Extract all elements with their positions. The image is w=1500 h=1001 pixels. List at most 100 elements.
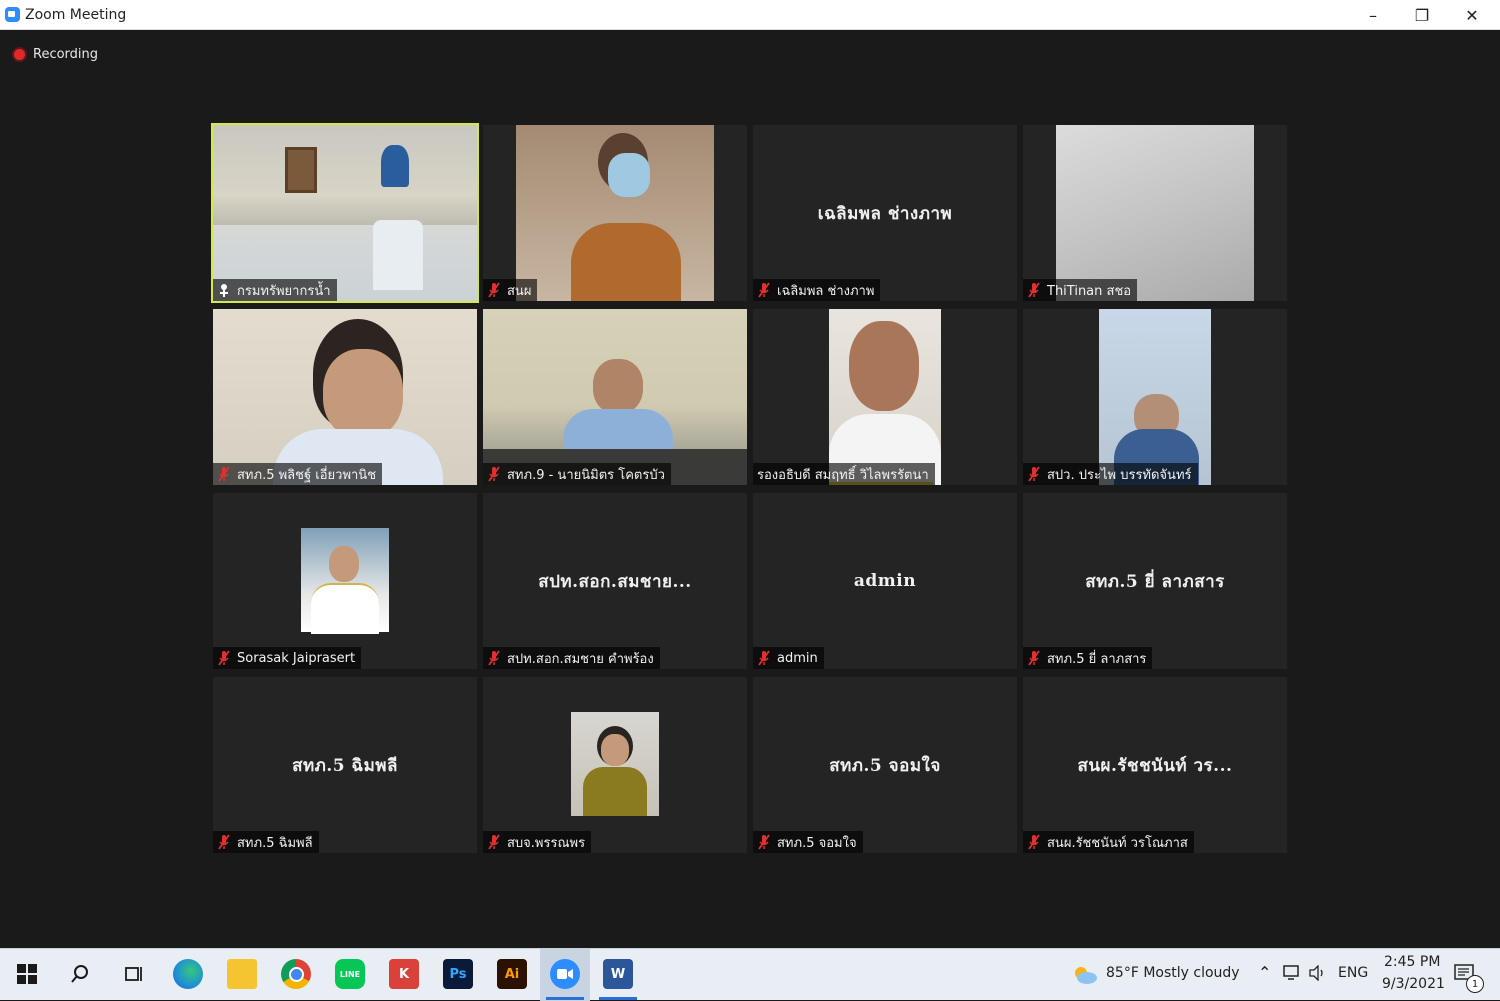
close-button[interactable]: ✕ xyxy=(1449,0,1495,30)
participant-display-name: สทภ.5 ยี่ ลาภสาร xyxy=(1085,571,1225,592)
participant-name: สทภ.5 ฉิมพลี xyxy=(237,835,313,851)
clock-time[interactable]: 2:45 PM xyxy=(1384,954,1440,970)
task-view-icon[interactable] xyxy=(118,959,148,989)
participant-name-tag: admin xyxy=(753,647,824,669)
profile-picture xyxy=(571,712,659,816)
title-bar: Zoom Meeting – ❐ ✕ xyxy=(0,0,1500,30)
illustrator-icon[interactable]: Ai xyxy=(497,959,527,989)
video-tile[interactable]: สนผ xyxy=(483,125,747,301)
video-tile[interactable]: admin admin xyxy=(753,493,1017,669)
search-icon[interactable] xyxy=(65,959,95,989)
participant-name: สทภ.5 ยี่ ลาภสาร xyxy=(1047,651,1147,667)
chrome-browser-icon[interactable] xyxy=(281,959,311,989)
participant-name: สนผ xyxy=(507,283,532,299)
participant-name-tag: สนผ.รัชชนันท์ วรโณภาส xyxy=(1023,831,1194,853)
participant-name: สทภ.5 จอมใจ xyxy=(777,835,857,851)
weather-text[interactable]: 85°F Mostly cloudy xyxy=(1106,965,1240,981)
participant-name-tag: สบจ.พรรณพร xyxy=(483,831,592,853)
participant-name: สนผ.รัชชนันท์ วรโณภาส xyxy=(1047,835,1188,851)
muted-mic-icon xyxy=(1028,834,1040,850)
muted-mic-icon xyxy=(488,282,500,298)
minimize-button[interactable]: – xyxy=(1350,0,1396,30)
participant-name-tag: สทภ.5 ยี่ ลาภสาร xyxy=(1023,647,1153,669)
weather-cloudy-icon[interactable] xyxy=(1070,960,1100,990)
participant-display-name: สนผ.รัชชนันท์ วร... xyxy=(1077,755,1233,776)
participant-display-name: สปท.สอก.สมชาย... xyxy=(538,571,692,592)
zoom-app-icon[interactable] xyxy=(550,959,580,989)
participant-display-name: สทภ.5 จอมใจ xyxy=(829,755,941,776)
muted-mic-icon xyxy=(1028,466,1040,482)
muted-mic-icon xyxy=(218,466,230,482)
file-explorer-icon[interactable] xyxy=(227,959,257,989)
muted-mic-icon xyxy=(758,282,770,298)
participant-name-tag: สนผ xyxy=(483,279,538,301)
participant-name: ThiTinan สชอ xyxy=(1047,283,1132,299)
participant-name: สบจ.พรรณพร xyxy=(507,835,586,851)
line-app-icon[interactable]: LINE xyxy=(335,959,365,989)
photoshop-icon[interactable]: Ps xyxy=(443,959,473,989)
video-tile[interactable]: สทภ.5 ยี่ ลาภสาร สทภ.5 ยี่ ลาภสาร xyxy=(1023,493,1287,669)
chevron-up-icon[interactable]: ⌃ xyxy=(1258,963,1271,982)
video-tile[interactable]: สบจ.พรรณพร xyxy=(483,677,747,853)
video-tile[interactable]: สทภ.5 พลิชฐ์ เอี่ยวพานิช xyxy=(213,309,477,485)
muted-mic-icon xyxy=(488,466,500,482)
participant-name-tag: รองอธิบดี สมฤทธิ์ วิไลพรรัตนา xyxy=(753,463,935,485)
network-icon[interactable] xyxy=(1280,961,1304,985)
participant-name-tag: กรมทรัพยากรน้ำ xyxy=(213,279,337,301)
profile-picture xyxy=(301,528,389,634)
participant-display-name: admin xyxy=(853,571,917,591)
video-tile[interactable]: เฉลิมพล ช่างภาพ เฉลิมพล ช่างภาพ xyxy=(753,125,1017,301)
video-feed xyxy=(516,125,714,301)
video-tile[interactable]: Sorasak Jaiprasert xyxy=(213,493,477,669)
participant-name-tag: สทภ.5 พลิชฐ์ เอี่ยวพานิช xyxy=(213,463,383,485)
volume-icon[interactable] xyxy=(1306,961,1330,985)
participant-name-tag: สปท.สอก.สมชาย คำพร้อง xyxy=(483,647,660,669)
zoom-app-icon xyxy=(5,7,20,22)
kaspersky-icon[interactable]: K xyxy=(389,959,419,989)
video-feed xyxy=(829,309,941,485)
video-tile[interactable]: สทภ.5 จอมใจ สทภ.5 จอมใจ xyxy=(753,677,1017,853)
record-icon xyxy=(14,49,25,60)
muted-mic-icon xyxy=(1028,650,1040,666)
video-tile[interactable]: สปท.สอก.สมชาย... สปท.สอก.สมชาย คำพร้อง xyxy=(483,493,747,669)
participant-name: เฉลิมพล ช่างภาพ xyxy=(777,283,875,299)
participant-name-tag: Sorasak Jaiprasert xyxy=(213,647,362,669)
participant-name: admin xyxy=(777,650,818,666)
participant-name: กรมทรัพยากรน้ำ xyxy=(237,283,331,299)
muted-mic-icon xyxy=(488,834,500,850)
muted-mic-icon xyxy=(218,650,230,666)
video-tile[interactable]: สทภ.5 ฉิมพลี สทภ.5 ฉิมพลี xyxy=(213,677,477,853)
recording-indicator[interactable]: Recording xyxy=(14,47,98,62)
muted-mic-icon xyxy=(758,650,770,666)
participant-name-tag: สทภ.5 จอมใจ xyxy=(753,831,863,853)
participant-name-tag: เฉลิมพล ช่างภาพ xyxy=(753,279,881,301)
video-tile[interactable]: รองอธิบดี สมฤทธิ์ วิไลพรรัตนา xyxy=(753,309,1017,485)
edge-browser-icon[interactable] xyxy=(173,959,203,989)
video-feed xyxy=(483,309,747,485)
participant-display-name: สทภ.5 ฉิมพลี xyxy=(292,755,398,776)
windows-taskbar: LINE K Ps Ai W 85°F Mostly cloudy ⌃ ENG … xyxy=(0,948,1500,1001)
participant-display-name: เฉลิมพล ช่างภาพ xyxy=(817,203,953,224)
windows-start-icon[interactable] xyxy=(12,959,42,989)
video-tile[interactable]: ThiTinan สชอ xyxy=(1023,125,1287,301)
video-feed xyxy=(213,125,477,301)
word-icon[interactable]: W xyxy=(603,959,633,989)
video-tile[interactable]: สทภ.9 - นายนิมิตร โคตรบัว xyxy=(483,309,747,485)
participant-name: สปท.สอก.สมชาย คำพร้อง xyxy=(507,651,654,667)
spotlight-pin-icon xyxy=(220,284,228,297)
video-feed xyxy=(1099,309,1211,485)
video-tile[interactable]: สนผ.รัชชนันท์ วร... สนผ.รัชชนันท์ วรโณภา… xyxy=(1023,677,1287,853)
recording-label: Recording xyxy=(33,47,99,62)
video-tile[interactable]: สปว. ประไพ บรรทัดจันทร์ xyxy=(1023,309,1287,485)
restore-button[interactable]: ❐ xyxy=(1399,0,1445,30)
muted-mic-icon xyxy=(488,650,500,666)
window-title: Zoom Meeting xyxy=(25,7,127,23)
video-tile[interactable]: กรมทรัพยากรน้ำ xyxy=(211,123,479,303)
participant-name-tag: สทภ.5 ฉิมพลี xyxy=(213,831,319,853)
clock-date[interactable]: 9/3/2021 xyxy=(1382,976,1445,992)
muted-mic-icon xyxy=(758,834,770,850)
participant-name: สทภ.5 พลิชฐ์ เอี่ยวพานิช xyxy=(237,467,377,483)
video-feed xyxy=(213,309,477,485)
participant-name: Sorasak Jaiprasert xyxy=(237,650,356,666)
input-language[interactable]: ENG xyxy=(1338,965,1368,981)
